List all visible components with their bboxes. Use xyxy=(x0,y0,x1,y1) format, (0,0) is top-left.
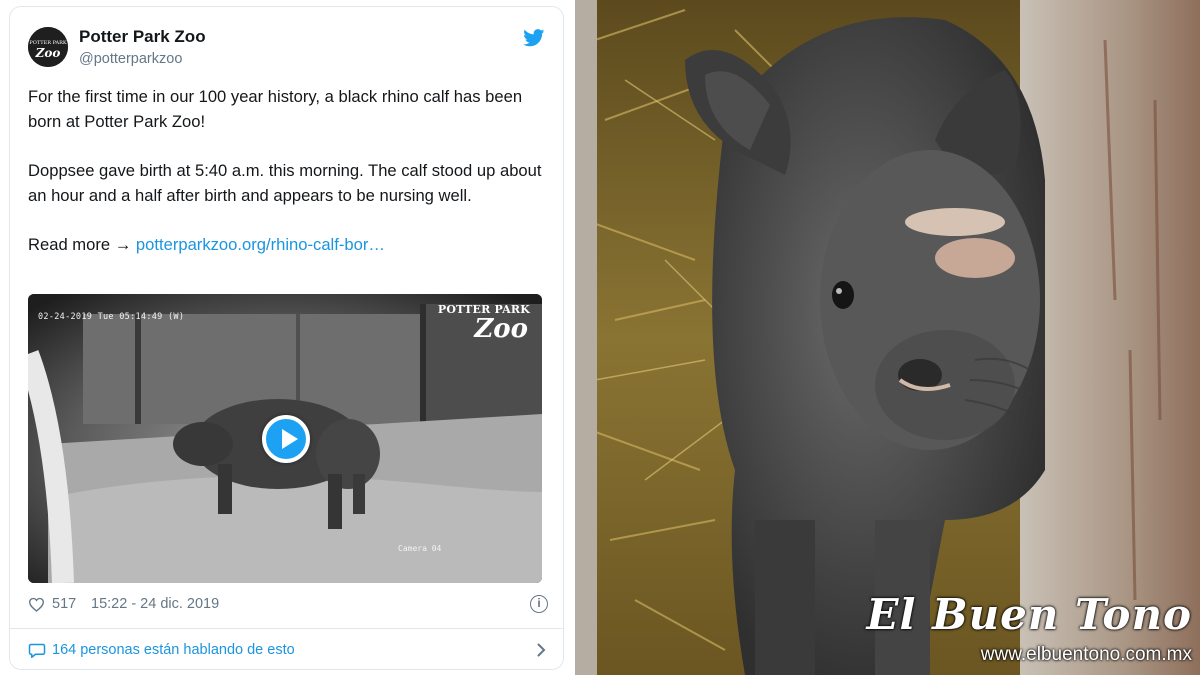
svg-text:Zoo: Zoo xyxy=(35,46,61,60)
info-icon[interactable]: i xyxy=(530,595,548,613)
zoo-logo-icon: POTTER PARK Zoo xyxy=(28,27,68,67)
chevron-right-icon[interactable] xyxy=(537,643,546,657)
tweet-paragraph-1: For the first time in our 100 year histo… xyxy=(28,87,523,131)
left-pane: POTTER PARK Zoo Potter Park Zoo @potterp… xyxy=(0,0,575,675)
tweet-paragraph-2: Doppsee gave birth at 5:40 a.m. this mor… xyxy=(28,161,542,205)
media-logo-line-2: Zoo xyxy=(474,314,528,344)
tweet-body: For the first time in our 100 year histo… xyxy=(28,85,548,283)
heart-icon[interactable] xyxy=(28,597,45,612)
camera-timestamp: 02-24-2019 Tue 05:14:49 (W) xyxy=(38,312,185,322)
replies-text[interactable]: 164 personas están hablando de esto xyxy=(52,642,295,658)
camera-label: Camera 04 xyxy=(398,544,442,553)
tweet-read-more: Read more → potterparkzoo.org/rhino-calf… xyxy=(28,233,548,258)
article-link[interactable]: potterparkzoo.org/rhino-calf-bor… xyxy=(136,235,385,254)
twitter-bird-icon[interactable] xyxy=(523,29,545,47)
rhino-calf-image xyxy=(575,0,1200,675)
author-name[interactable]: Potter Park Zoo xyxy=(79,27,206,47)
author-handle[interactable]: @potterparkzoo xyxy=(79,51,182,67)
watermark-title: El Buen Tono xyxy=(866,590,1192,639)
like-count[interactable]: 517 xyxy=(52,596,76,612)
play-icon[interactable] xyxy=(262,415,310,463)
tweet-timestamp[interactable]: 15:22 - 24 dic. 2019 xyxy=(91,596,219,612)
tweet-meta: 517 15:22 - 24 dic. 2019 i xyxy=(28,594,550,616)
comment-icon xyxy=(28,643,46,658)
read-more-label: Read more → xyxy=(28,235,132,255)
divider xyxy=(10,628,563,629)
rhino-calf-photo: El Buen Tono www.elbuentono.com.mx xyxy=(575,0,1200,675)
watermark-url: www.elbuentono.com.mx xyxy=(980,644,1192,665)
video-thumbnail[interactable]: 02-24-2019 Tue 05:14:49 (W) POTTER PARK … xyxy=(28,294,542,583)
avatar[interactable]: POTTER PARK Zoo xyxy=(28,27,68,67)
tweet-card[interactable]: POTTER PARK Zoo Potter Park Zoo @potterp… xyxy=(9,6,564,670)
replies-link[interactable]: 164 personas están hablando de esto xyxy=(28,640,550,662)
